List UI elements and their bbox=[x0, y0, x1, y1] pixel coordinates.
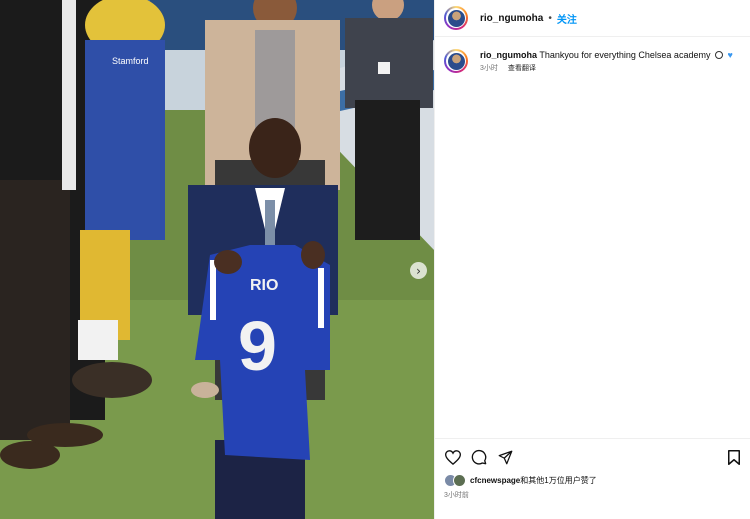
mascot-text: Stamford bbox=[112, 56, 149, 66]
shirt-name: RIO bbox=[250, 277, 278, 294]
comment-icon bbox=[471, 449, 487, 465]
post-image: Stamford RIO 9 bbox=[0, 0, 434, 519]
likes-summary: cfcnewspage和其他1万位用户赞了 bbox=[435, 466, 750, 487]
liker-avatar bbox=[453, 474, 466, 487]
post-actions-section: cfcnewspage和其他1万位用户赞了 3小时前 bbox=[435, 438, 750, 500]
caption-text: Thankyou for everything Chelsea academy bbox=[539, 50, 711, 60]
follow-button[interactable]: 关注 bbox=[557, 11, 577, 26]
header-username[interactable]: rio_ngumoha bbox=[480, 13, 543, 24]
save-button[interactable] bbox=[725, 448, 743, 466]
share-button[interactable] bbox=[496, 448, 514, 466]
post-header: rio_ngumoha • 关注 bbox=[435, 0, 750, 37]
heart-icon bbox=[445, 449, 461, 465]
post-photo[interactable]: Stamford RIO 9 › bbox=[0, 0, 434, 519]
caption: rio_ngumoha Thankyou for everything Chel… bbox=[435, 37, 750, 75]
soccer-ball-icon bbox=[714, 51, 723, 59]
see-translation-link[interactable]: 查看翻译 bbox=[508, 65, 536, 72]
bookmark-icon bbox=[728, 449, 740, 465]
post-time: 3小时前 bbox=[444, 492, 469, 499]
send-icon bbox=[498, 450, 512, 464]
liker-username[interactable]: cfcnewspage bbox=[470, 476, 520, 485]
shirt-number: 9 bbox=[238, 307, 277, 385]
chevron-right-icon: › bbox=[416, 263, 421, 278]
next-image-button[interactable]: › bbox=[410, 262, 427, 279]
separator-dot: • bbox=[548, 12, 552, 24]
caption-username[interactable]: rio_ngumoha bbox=[480, 50, 537, 60]
post-side-panel: rio_ngumoha • 关注 rio_ngumoha Thankyou fo… bbox=[434, 0, 750, 519]
like-button[interactable] bbox=[444, 448, 462, 466]
avatar[interactable] bbox=[444, 6, 468, 30]
blue-heart-icon: ♥ bbox=[727, 50, 733, 60]
comment-button[interactable] bbox=[470, 448, 488, 466]
caption-avatar[interactable] bbox=[444, 49, 468, 73]
caption-time: 3小时 bbox=[480, 65, 498, 72]
likes-text[interactable]: cfcnewspage和其他1万位用户赞了 bbox=[470, 475, 597, 486]
